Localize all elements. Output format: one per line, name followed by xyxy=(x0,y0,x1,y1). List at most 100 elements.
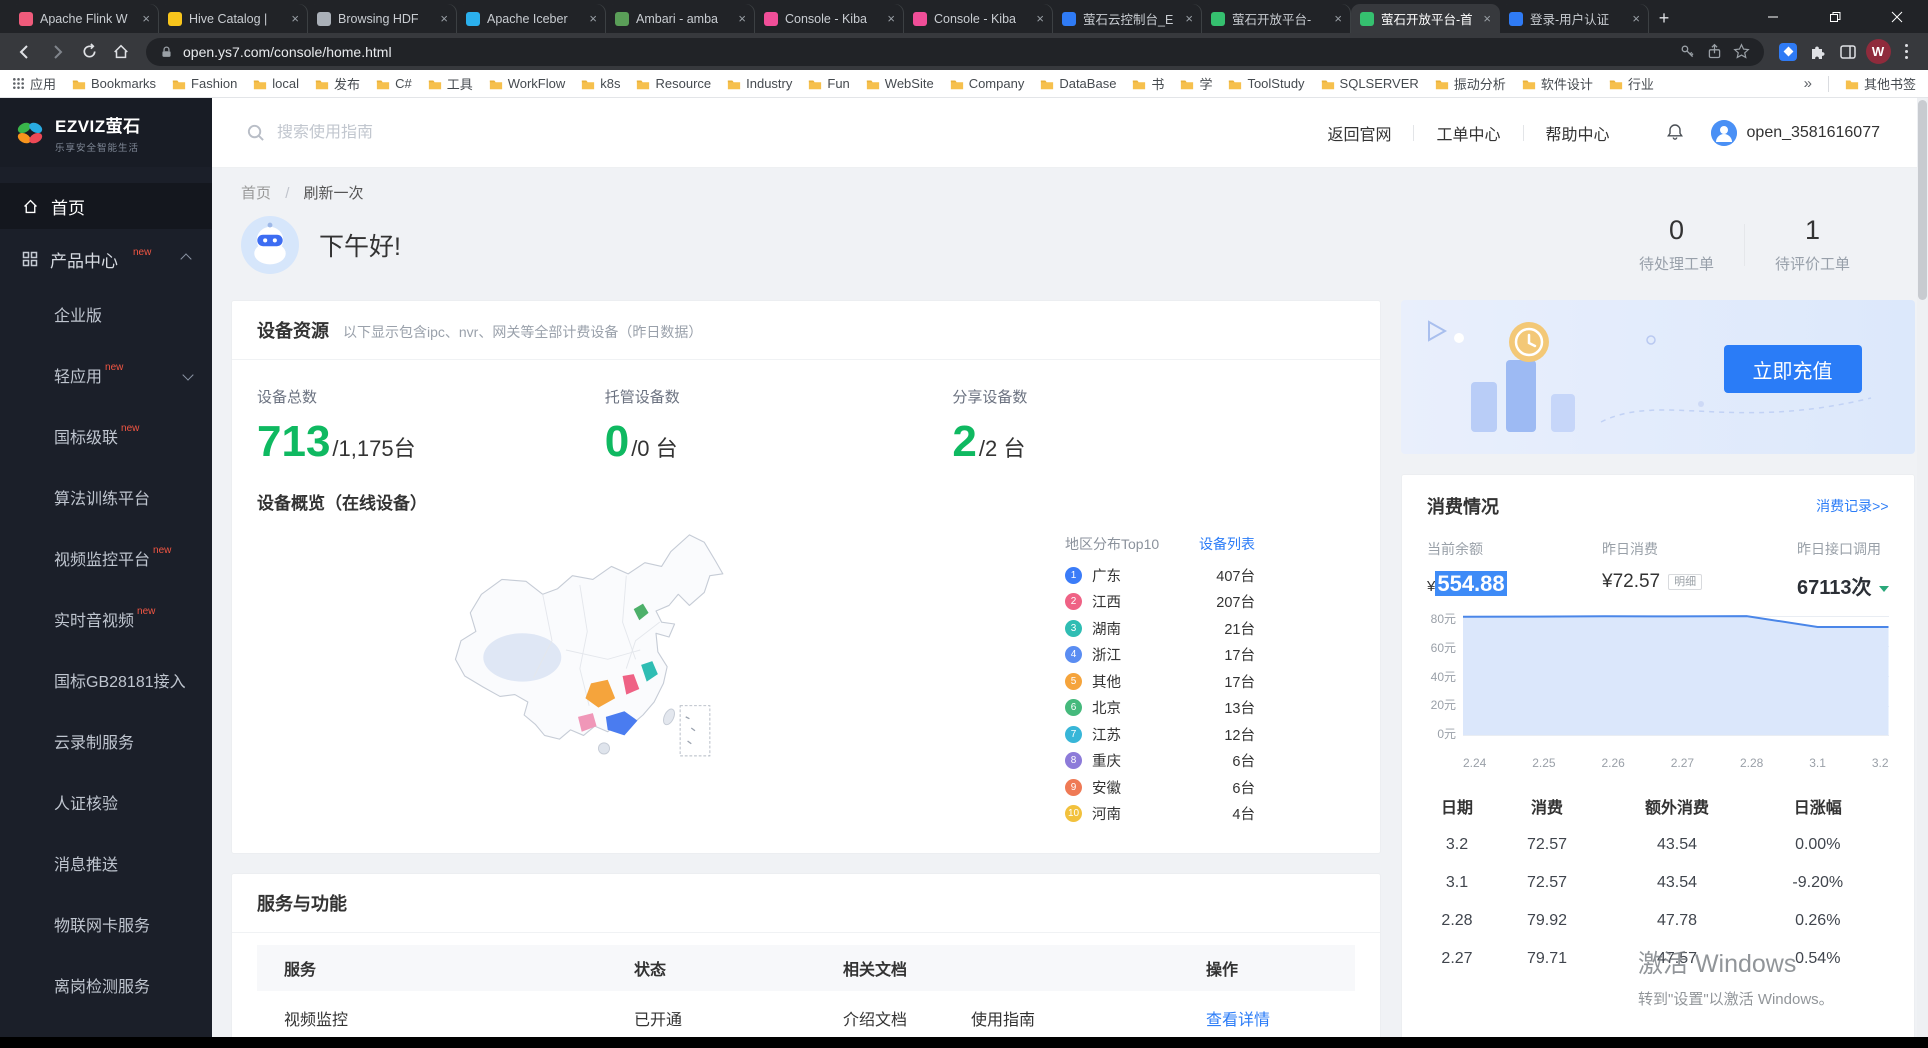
side-panel-icon[interactable] xyxy=(1834,38,1862,66)
tab-close-icon[interactable]: × xyxy=(1185,11,1193,26)
browser-tab[interactable]: Apache Iceber × xyxy=(457,4,606,33)
pending-review-stat[interactable]: 1 待评价工单 xyxy=(1745,215,1880,274)
bookmark-folder[interactable]: 软件设计 xyxy=(1522,74,1593,93)
sidebar-group-product-center[interactable]: 产品中心new xyxy=(0,235,212,283)
new-tab-button[interactable]: + xyxy=(1649,4,1679,33)
pinned-extension-icon[interactable] xyxy=(1774,38,1802,66)
sidebar-subitem[interactable]: 视频监控平台new xyxy=(0,527,212,588)
bookmark-folder[interactable]: 学 xyxy=(1180,74,1212,93)
forward-button[interactable] xyxy=(42,37,72,67)
view-details-link[interactable]: 查看详情 xyxy=(1206,1012,1270,1029)
bookmark-folder[interactable]: ToolStudy xyxy=(1228,74,1304,93)
bookmark-folder[interactable]: k8s xyxy=(581,74,620,93)
bookmark-folder[interactable]: 行业 xyxy=(1609,74,1654,93)
browser-tab[interactable]: 萤石云控制台_E × xyxy=(1053,4,1202,33)
sidebar-subitem[interactable]: 国标级联new xyxy=(0,405,212,466)
bookmark-folder[interactable]: 工具 xyxy=(428,74,473,93)
link-official-site[interactable]: 返回官网 xyxy=(1327,121,1391,145)
bookmark-folder[interactable]: WorkFlow xyxy=(489,74,566,93)
password-key-icon[interactable] xyxy=(1679,43,1696,60)
sidebar-subitem[interactable]: 实时音视频new xyxy=(0,588,212,649)
sidebar-subitem[interactable]: 物联网卡服务 xyxy=(0,893,212,954)
bookmark-folder[interactable]: SQLSERVER xyxy=(1321,74,1419,93)
brand-logo[interactable]: EZVIZ萤石 乐享安全智能生活 xyxy=(0,98,212,167)
browser-tab[interactable]: 登录-用户认证 × xyxy=(1500,4,1649,33)
sidebar-subitem[interactable]: 国标GB28181接入 xyxy=(0,649,212,710)
browser-tab[interactable]: Hive Catalog | × xyxy=(159,4,308,33)
pending-orders-stat[interactable]: 0 待处理工单 xyxy=(1609,215,1744,274)
page-scrollbar[interactable] xyxy=(1917,98,1928,1037)
search-input[interactable] xyxy=(277,124,707,142)
extensions-puzzle-icon[interactable] xyxy=(1804,38,1832,66)
bookmark-folder[interactable]: Industry xyxy=(727,74,792,93)
tab-close-icon[interactable]: × xyxy=(1632,11,1640,26)
bookmark-apps[interactable]: 应用 xyxy=(12,74,56,93)
other-bookmarks[interactable]: 其他书签 xyxy=(1845,74,1916,93)
tab-close-icon[interactable]: × xyxy=(291,11,299,26)
tab-close-icon[interactable]: × xyxy=(142,11,150,26)
bookmark-folder[interactable]: WebSite xyxy=(866,74,934,93)
notifications-bell-icon[interactable] xyxy=(1665,122,1685,143)
bookmark-folder[interactable]: C# xyxy=(376,74,412,93)
link-help-center[interactable]: 帮助中心 xyxy=(1546,121,1610,145)
tab-close-icon[interactable]: × xyxy=(1036,11,1044,26)
bookmark-folder[interactable]: DataBase xyxy=(1040,74,1116,93)
device-list-link[interactable]: 设备列表 xyxy=(1199,534,1255,554)
browser-tab[interactable]: Console - Kiba × xyxy=(904,4,1053,33)
home-button[interactable] xyxy=(106,37,136,67)
tab-close-icon[interactable]: × xyxy=(589,11,597,26)
sidebar-subitem[interactable]: 企业版 xyxy=(0,283,212,344)
browser-tab[interactable]: 萤石开放平台- × xyxy=(1202,4,1351,33)
doc-link[interactable]: 介绍文档 xyxy=(843,1006,907,1030)
browser-menu-icon[interactable] xyxy=(1894,38,1918,66)
browser-tab[interactable]: Apache Flink W × xyxy=(10,4,159,33)
bookmark-folder[interactable]: Fashion xyxy=(172,74,237,93)
search-box[interactable] xyxy=(246,123,707,142)
profile-avatar[interactable]: W xyxy=(1864,38,1892,66)
bookmark-folder[interactable]: 发布 xyxy=(315,74,360,93)
consumption-records-link[interactable]: 消费记录>> xyxy=(1816,496,1888,516)
window-minimize-button[interactable] xyxy=(1742,0,1804,33)
tab-close-icon[interactable]: × xyxy=(1334,11,1342,26)
window-restore-button[interactable] xyxy=(1804,0,1866,33)
sidebar-subitem[interactable]: 人证核验 xyxy=(0,771,212,832)
tab-close-icon[interactable]: × xyxy=(440,11,448,26)
share-icon[interactable] xyxy=(1706,43,1723,60)
bookmark-folder[interactable]: local xyxy=(253,74,299,93)
sidebar-item-home[interactable]: 首页 xyxy=(0,183,212,229)
reload-button[interactable] xyxy=(74,37,104,67)
url-text[interactable]: open.ys7.com/console/home.html xyxy=(183,44,1669,60)
bookmark-folder[interactable]: Fun xyxy=(808,74,849,93)
china-map[interactable] xyxy=(407,520,827,780)
sidebar-subitem[interactable]: 离岗检测服务 xyxy=(0,954,212,1015)
bookmark-star-icon[interactable] xyxy=(1733,43,1750,60)
link-work-orders[interactable]: 工单中心 xyxy=(1436,121,1500,145)
user-avatar[interactable] xyxy=(1711,120,1737,146)
sidebar-subitem[interactable]: 消息推送 xyxy=(0,832,212,893)
bookmark-folder[interactable]: Company xyxy=(950,74,1025,93)
scrollbar-thumb[interactable] xyxy=(1918,100,1927,300)
sidebar-subitem[interactable]: 算法训练平台 xyxy=(0,466,212,527)
window-close-button[interactable] xyxy=(1866,0,1928,33)
sidebar-subitem[interactable]: 云录制服务 xyxy=(0,710,212,771)
detail-tag[interactable]: 明细 xyxy=(1668,574,1702,590)
caret-down-icon[interactable] xyxy=(1879,586,1889,597)
tab-close-icon[interactable]: × xyxy=(887,11,895,26)
back-button[interactable] xyxy=(10,37,40,67)
browser-tab[interactable]: Browsing HDF × xyxy=(308,4,457,33)
browser-tab[interactable]: 萤石开放平台-首 × xyxy=(1351,4,1500,33)
username[interactable]: open_3581616077 xyxy=(1747,124,1880,142)
doc-link[interactable]: 使用指南 xyxy=(971,1006,1035,1030)
bookmark-folder[interactable]: 振动分析 xyxy=(1435,74,1506,93)
bookmark-folder[interactable]: Resource xyxy=(636,74,711,93)
bookmark-folder[interactable]: 书 xyxy=(1132,74,1164,93)
breadcrumb-home[interactable]: 首页 xyxy=(241,185,271,202)
browser-tab[interactable]: Console - Kiba × xyxy=(755,4,904,33)
recharge-button[interactable]: 立即充值 xyxy=(1724,345,1862,393)
bookmark-folder[interactable]: Bookmarks xyxy=(72,74,156,93)
sidebar-subitem[interactable]: 轻应用new xyxy=(0,344,212,405)
address-bar[interactable]: open.ys7.com/console/home.html xyxy=(146,38,1764,66)
bookmarks-overflow-icon[interactable]: » xyxy=(1804,75,1812,92)
tab-close-icon[interactable]: × xyxy=(738,11,746,26)
tab-close-icon[interactable]: × xyxy=(1483,11,1491,26)
